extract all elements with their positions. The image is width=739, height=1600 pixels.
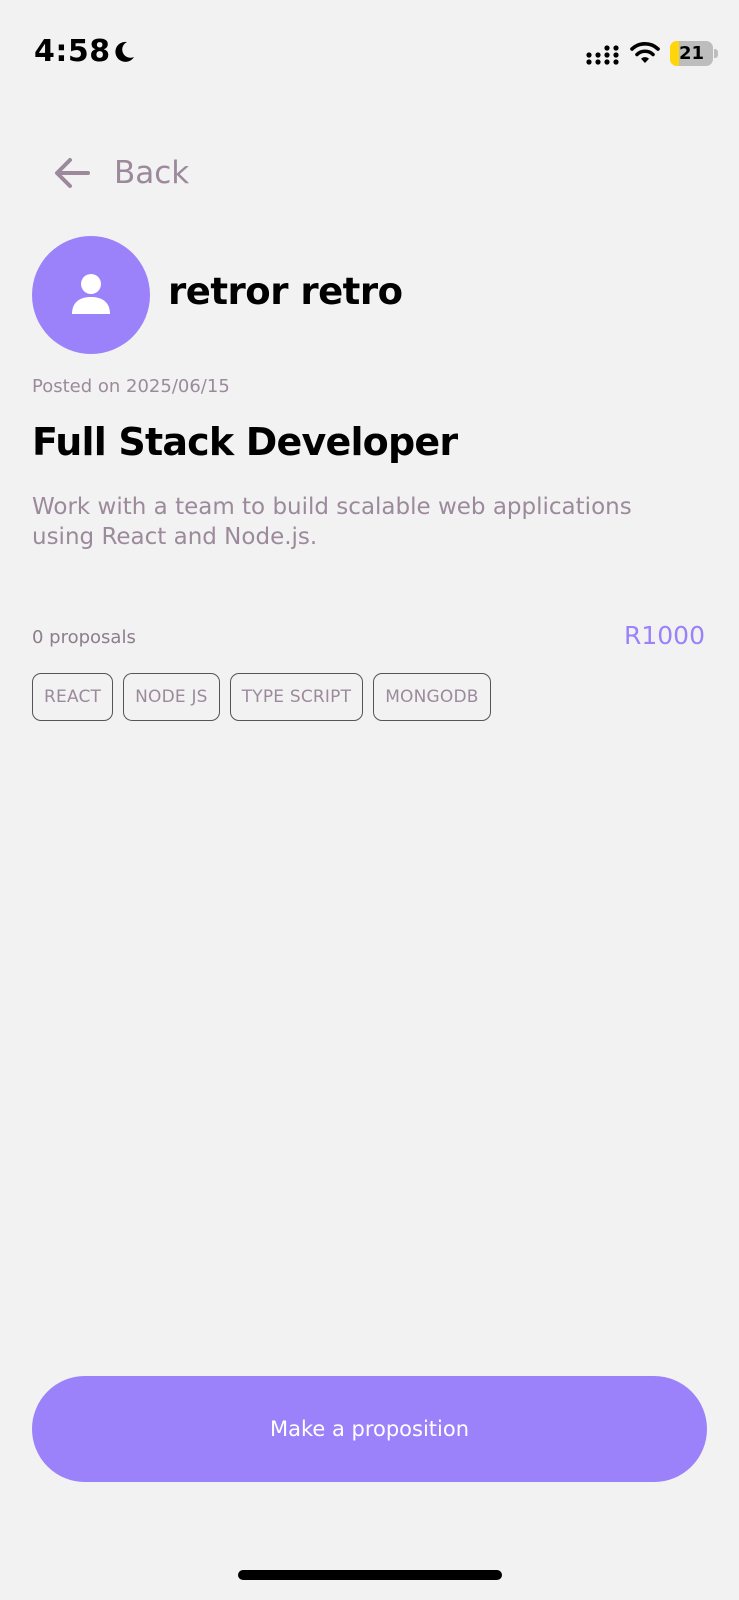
tag-type-script: TYPE SCRIPT	[229, 673, 364, 721]
status-time: 4:58	[34, 34, 111, 69]
make-proposition-button[interactable]: Make a proposition	[32, 1376, 707, 1482]
home-indicator[interactable]	[238, 1570, 502, 1580]
wifi-icon	[630, 42, 660, 63]
back-button[interactable]: Back	[52, 148, 189, 198]
battery-icon: 21	[670, 41, 718, 66]
job-title: Full Stack Developer	[32, 420, 458, 464]
user-icon	[72, 274, 110, 314]
battery-cap	[714, 49, 718, 58]
battery-body: 21	[670, 41, 713, 66]
tag-react: REACT	[32, 673, 114, 721]
status-bar: 4:58 21	[0, 0, 739, 100]
job-price: R1000	[624, 621, 705, 650]
signal-icon	[586, 45, 619, 65]
avatar[interactable]	[32, 236, 150, 354]
skill-tags: REACT NODE JS TYPE SCRIPT MONGODB	[32, 673, 491, 721]
proposals-count: 0 proposals	[32, 627, 136, 648]
tag-mongodb: MONGODB	[373, 673, 491, 721]
user-name[interactable]: retror retro	[168, 270, 403, 313]
job-description: Work with a team to build scalable web a…	[32, 494, 632, 550]
posted-date: Posted on 2025/06/15	[32, 376, 230, 397]
job-detail-screen: 4:58 21 Back retror retro Posted on 2025…	[0, 0, 739, 1600]
tag-node-js: NODE JS	[123, 673, 220, 721]
arrow-left-icon	[55, 158, 90, 188]
battery-level: 21	[678, 43, 705, 64]
back-label: Back	[114, 155, 190, 191]
moon-icon	[115, 41, 134, 62]
